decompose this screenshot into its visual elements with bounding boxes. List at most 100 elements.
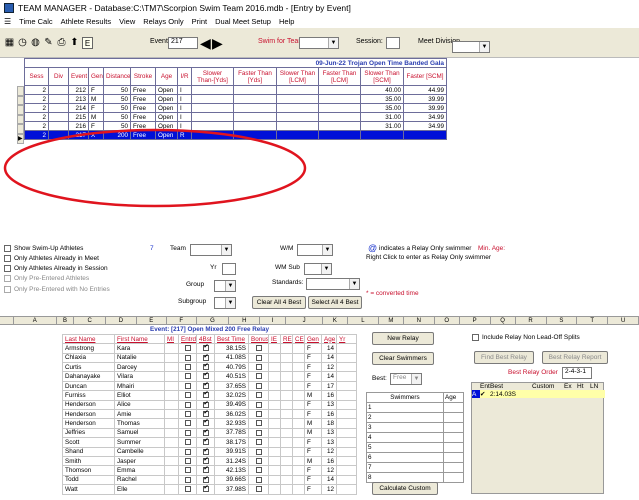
column-letter[interactable]: R bbox=[516, 317, 547, 325]
row-marker[interactable] bbox=[17, 114, 24, 125]
athlete-col-header[interactable]: Gen bbox=[304, 333, 322, 345]
relay-position-row[interactable]: 1 bbox=[366, 402, 464, 413]
best-select[interactable]: Free ▼ bbox=[390, 373, 422, 385]
meet-division-select[interactable]: ▼ bbox=[452, 41, 490, 53]
entered-checkbox[interactable] bbox=[184, 439, 191, 446]
column-letter[interactable]: B bbox=[57, 317, 75, 325]
four-best-checkbox[interactable] bbox=[202, 467, 209, 474]
up-arrow-icon[interactable]: ⬆ bbox=[69, 37, 80, 49]
bonus-checkbox[interactable] bbox=[255, 448, 262, 455]
row-marker[interactable] bbox=[17, 86, 24, 96]
team-select[interactable]: ▼ bbox=[190, 244, 232, 256]
entered-checkbox[interactable] bbox=[184, 411, 191, 418]
best-cell[interactable] bbox=[577, 390, 590, 398]
menu-help[interactable]: Help bbox=[279, 17, 294, 26]
column-letter[interactable]: F bbox=[167, 317, 197, 325]
print-icon[interactable]: ⎙ bbox=[56, 37, 67, 49]
column-letter[interactable]: T bbox=[577, 317, 609, 325]
entered-checkbox[interactable] bbox=[184, 401, 191, 408]
swim-for-team-select[interactable]: ▼ bbox=[299, 37, 339, 49]
bonus-checkbox[interactable] bbox=[255, 429, 262, 436]
entered-checkbox[interactable] bbox=[184, 420, 191, 427]
entered-checkbox[interactable] bbox=[184, 392, 191, 399]
relay-position-row[interactable]: 8 bbox=[366, 472, 464, 483]
column-letter[interactable]: N bbox=[404, 317, 435, 325]
four-best-checkbox[interactable] bbox=[202, 354, 209, 361]
calculate-custom-button[interactable]: Calculate Custom bbox=[372, 482, 438, 495]
relay-position[interactable]: 6 bbox=[366, 452, 444, 463]
athlete-col-header[interactable]: Best Time bbox=[214, 333, 249, 345]
bonus-checkbox[interactable] bbox=[255, 354, 262, 361]
entered-checkbox[interactable] bbox=[184, 382, 191, 389]
entered-checkbox[interactable] bbox=[184, 429, 191, 436]
athlete-row[interactable]: HendersonThomas 32.93S M18 bbox=[62, 418, 358, 429]
globe-icon[interactable]: ◍ bbox=[30, 37, 41, 49]
athlete-row[interactable]: HendersonAmie 36.02S F16 bbox=[62, 408, 358, 420]
four-best-checkbox[interactable] bbox=[202, 411, 209, 418]
entered-checkbox[interactable] bbox=[184, 354, 191, 361]
select-all-best-button[interactable]: Select All 4 Best bbox=[308, 296, 362, 309]
athlete-col-header[interactable]: Last Name bbox=[62, 333, 115, 345]
athlete-col-header[interactable]: 4Bst bbox=[196, 333, 215, 345]
only-in-session-checkbox[interactable] bbox=[4, 265, 11, 272]
bonus-checkbox[interactable] bbox=[255, 439, 262, 446]
four-best-checkbox[interactable] bbox=[202, 448, 209, 455]
bonus-checkbox[interactable] bbox=[255, 457, 262, 464]
column-letter[interactable]: E bbox=[137, 317, 167, 325]
bonus-checkbox[interactable] bbox=[255, 476, 262, 483]
row-marker[interactable] bbox=[17, 105, 24, 115]
row-marker[interactable] bbox=[17, 124, 24, 134]
wmsub-select[interactable]: ▼ bbox=[304, 263, 332, 275]
subgroup-select[interactable]: ▼ bbox=[214, 297, 236, 309]
bonus-checkbox[interactable] bbox=[255, 411, 262, 418]
athlete-row[interactable]: ScottSummer 38.17S F13 bbox=[62, 437, 358, 448]
athlete-row[interactable]: ToddRachel 39.66S F14 bbox=[62, 474, 358, 486]
bonus-checkbox[interactable] bbox=[255, 345, 262, 352]
clear-all-best-button[interactable]: Clear All 4 Best bbox=[252, 296, 306, 309]
four-best-checkbox[interactable] bbox=[202, 392, 209, 399]
standards-select[interactable]: ▼ bbox=[306, 278, 360, 290]
only-pre-no-entries-checkbox[interactable] bbox=[4, 286, 11, 293]
event-row[interactable]: 2 216 F 50 Free Open I 31.00 34.99 bbox=[24, 121, 448, 131]
next-event-icon[interactable]: ▶ bbox=[212, 35, 223, 52]
menu-view[interactable]: View bbox=[119, 17, 135, 26]
athlete-col-header[interactable]: Entrd bbox=[178, 333, 197, 345]
menu-time-calc[interactable]: Time Calc bbox=[19, 17, 52, 26]
four-best-checkbox[interactable] bbox=[202, 420, 209, 427]
four-best-checkbox[interactable] bbox=[202, 486, 209, 493]
athlete-col-header[interactable]: MI bbox=[164, 333, 179, 345]
column-letter[interactable]: Q bbox=[491, 317, 516, 325]
best-cell[interactable] bbox=[564, 390, 577, 398]
four-best-checkbox[interactable] bbox=[202, 439, 209, 446]
prev-event-icon[interactable]: ◀ bbox=[200, 35, 211, 52]
clock-icon[interactable]: ◷ bbox=[17, 37, 28, 49]
athlete-row[interactable]: HendersonAlice 39.49S F13 bbox=[62, 399, 358, 411]
menu-athlete-results[interactable]: Athlete Results bbox=[61, 17, 111, 26]
export-icon[interactable]: E bbox=[82, 37, 93, 49]
row-marker[interactable]: ▶ bbox=[17, 134, 24, 144]
relay-position[interactable]: 7 bbox=[366, 462, 444, 473]
athlete-row[interactable]: DahanayakeVilara 40.51S F14 bbox=[62, 371, 358, 382]
athlete-col-header[interactable]: Yr bbox=[335, 333, 358, 345]
find-best-relay-button[interactable]: Find Best Relay bbox=[474, 351, 534, 364]
entered-checkbox[interactable] bbox=[184, 448, 191, 455]
entered-checkbox[interactable] bbox=[184, 457, 191, 464]
relay-position[interactable]: 4 bbox=[366, 432, 444, 443]
column-letter[interactable]: O bbox=[435, 317, 460, 325]
wm-select[interactable]: ▼ bbox=[297, 244, 333, 256]
athlete-col-header[interactable]: RE bbox=[280, 333, 293, 345]
athlete-col-header[interactable]: First Name bbox=[114, 333, 165, 345]
edit-icon[interactable]: ✎ bbox=[43, 37, 54, 49]
menu-print[interactable]: Print bbox=[192, 17, 207, 26]
relay-position-row[interactable]: 2 bbox=[366, 412, 464, 423]
bonus-checkbox[interactable] bbox=[255, 420, 262, 427]
four-best-checkbox[interactable] bbox=[202, 458, 209, 464]
best-relay-report-button[interactable]: Best Relay Report bbox=[542, 351, 608, 364]
relay-position-row[interactable]: 6 bbox=[366, 452, 464, 463]
menu-dual-meet-setup[interactable]: Dual Meet Setup bbox=[215, 17, 271, 26]
entered-checkbox[interactable] bbox=[184, 373, 191, 380]
new-relay-button[interactable]: New Relay bbox=[372, 332, 434, 345]
athlete-col-header[interactable]: Age bbox=[321, 333, 337, 345]
entered-checkbox[interactable] bbox=[184, 364, 191, 371]
column-letter[interactable]: H bbox=[229, 317, 261, 325]
